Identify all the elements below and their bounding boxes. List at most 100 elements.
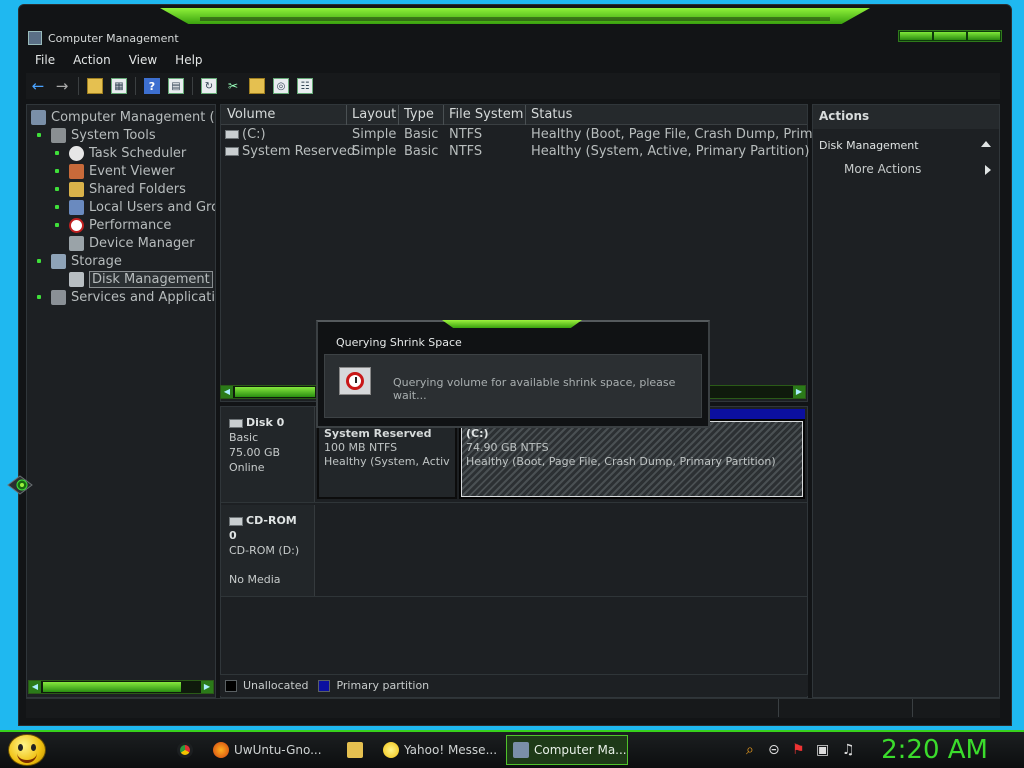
toolbar-separator [78, 77, 79, 95]
scroll-thumb[interactable] [235, 387, 315, 397]
forward-icon[interactable]: → [54, 77, 70, 95]
tree-horizontal-scrollbar[interactable]: ◀ ▶ [28, 680, 214, 694]
expand-dot-icon [37, 295, 41, 299]
unallocated-swatch [225, 679, 237, 692]
legend-unallocated: Unallocated [243, 679, 309, 692]
scroll-left-icon[interactable]: ◀ [221, 386, 233, 398]
disk-icon [229, 418, 243, 428]
tree-local-users[interactable]: Local Users and Grou [55, 198, 215, 216]
taskbar-computer-management[interactable]: Computer Ma... [506, 735, 628, 765]
status-divider [912, 699, 913, 717]
expand-dot-icon [55, 151, 59, 155]
network-icon[interactable]: ▣ [816, 742, 829, 758]
scroll-right-icon[interactable]: ▶ [793, 386, 805, 398]
scroll-left-icon[interactable]: ◀ [29, 681, 41, 693]
toolbar: ← → ▦ ? ▤ ↻ ✂ ◎ ☷ [26, 73, 1000, 99]
scroll-right-icon[interactable]: ▶ [201, 681, 213, 693]
volume-name: System Reserved [225, 144, 355, 159]
explorer-launcher[interactable] [340, 735, 370, 765]
expand-dot-icon [55, 223, 59, 227]
tree-event-viewer[interactable]: Event Viewer [55, 162, 175, 180]
menu-help[interactable]: Help [166, 51, 211, 73]
legend-primary: Primary partition [336, 679, 430, 692]
partition-system-reserved[interactable]: System Reserved 100 MB NTFS Healthy (Sys… [317, 409, 457, 499]
collapse-up-icon[interactable] [981, 141, 991, 147]
folder-icon [347, 742, 363, 758]
disk-0-label[interactable]: Disk 0 Basic 75.00 GB Online [221, 407, 315, 502]
start-button-smiley-icon[interactable] [8, 734, 46, 766]
volume-icon[interactable]: ♫ [842, 742, 855, 758]
actions-section-disk-management[interactable]: Disk Management [813, 135, 999, 159]
col-file-system[interactable]: File System [449, 107, 523, 122]
status-divider [778, 699, 779, 717]
tree-system-tools[interactable]: System Tools [37, 126, 156, 144]
column-divider[interactable] [443, 105, 444, 125]
tree-performance[interactable]: Performance [55, 216, 171, 234]
cdrom-0-label[interactable]: CD-ROM 0 CD-ROM (D:) No Media [221, 505, 315, 596]
menu-action[interactable]: Action [64, 51, 120, 73]
title-bar[interactable]: Computer Management [28, 28, 179, 48]
search-icon[interactable]: ⌕ [746, 742, 754, 758]
tree-storage[interactable]: Storage [37, 252, 122, 270]
volume-status: Healthy (System, Active, Primary Partiti… [531, 144, 810, 159]
col-status[interactable]: Status [531, 107, 572, 122]
firefox-icon [213, 742, 229, 758]
gadget-eye-icon[interactable] [6, 472, 34, 498]
chrome-launcher[interactable] [170, 735, 200, 765]
dialog-message: Querying volume for available shrink spa… [393, 376, 676, 402]
show-hide-tree-icon[interactable]: ▦ [111, 78, 127, 94]
tree-computer-management[interactable]: Computer Management (Loc [31, 108, 215, 126]
chevron-right-icon [985, 165, 991, 175]
action-pane-icon[interactable]: ▤ [168, 78, 184, 94]
users-icon [69, 199, 84, 215]
expand-dot-icon [37, 133, 41, 137]
column-divider[interactable] [346, 105, 347, 125]
actions-pane: Actions Disk Management More Actions [812, 104, 1000, 698]
drive-icon [225, 130, 239, 139]
expand-dot-icon [55, 169, 59, 173]
tree-task-scheduler[interactable]: Task Scheduler [55, 144, 186, 162]
taskbar: UwUntu-Gno... Yahoo! Messe... Computer M… [0, 730, 1024, 768]
volume-layout: Simple [352, 144, 397, 159]
col-layout[interactable]: Layout [352, 107, 396, 122]
properties-icon[interactable]: ☷ [297, 78, 313, 94]
maximize-button[interactable] [934, 32, 966, 40]
back-icon[interactable]: ← [30, 77, 46, 95]
volume-list-header: Volume Layout Type File System Status [221, 105, 807, 125]
column-divider[interactable] [398, 105, 399, 125]
dialog-title: Querying Shrink Space [336, 336, 462, 349]
more-actions[interactable]: More Actions [813, 159, 999, 181]
legend: Unallocated Primary partition [220, 674, 808, 696]
partition-c[interactable]: (C:) 74.90 GB NTFS Healthy (Boot, Page F… [459, 409, 805, 499]
folder-up-icon[interactable] [87, 78, 103, 94]
minimize-button[interactable] [900, 32, 932, 40]
dialog-top-glow [442, 320, 582, 328]
help-icon[interactable]: ? [144, 78, 160, 94]
tree-shared-folders[interactable]: Shared Folders [55, 180, 186, 198]
col-type[interactable]: Type [404, 107, 434, 122]
minus-circle-icon[interactable]: ⊝ [768, 742, 780, 758]
flag-icon[interactable]: ⚑ [792, 742, 805, 758]
volume-type: Basic [404, 144, 439, 159]
tree-device-manager[interactable]: Device Manager [69, 234, 195, 252]
computer-icon [31, 109, 46, 125]
scroll-thumb[interactable] [43, 682, 181, 692]
connect-icon[interactable]: ✂ [225, 78, 241, 94]
disk-management-icon [69, 271, 84, 287]
col-volume[interactable]: Volume [227, 107, 275, 122]
querying-shrink-dialog: Querying Shrink Space Querying volume fo… [316, 320, 710, 428]
cdrom-0-row: CD-ROM 0 CD-ROM (D:) No Media [221, 505, 807, 597]
rescan-icon[interactable]: ◎ [273, 78, 289, 94]
tree-services-applications[interactable]: Services and Applications [37, 288, 215, 306]
tree-disk-management[interactable]: Disk Management [69, 270, 213, 288]
computer-management-window: Computer Management File Action View Hel… [0, 4, 1024, 730]
taskbar-yahoo-messenger[interactable]: Yahoo! Messe... [376, 735, 498, 765]
taskbar-clock[interactable]: 2:20 AM [881, 732, 988, 768]
taskbar-firefox[interactable]: UwUntu-Gno... [206, 735, 324, 765]
menu-view[interactable]: View [120, 51, 166, 73]
close-button[interactable] [968, 32, 1000, 40]
refresh-icon[interactable]: ↻ [201, 78, 217, 94]
open-folder-icon[interactable] [249, 78, 265, 94]
column-divider[interactable] [525, 105, 526, 125]
menu-file[interactable]: File [26, 51, 64, 73]
